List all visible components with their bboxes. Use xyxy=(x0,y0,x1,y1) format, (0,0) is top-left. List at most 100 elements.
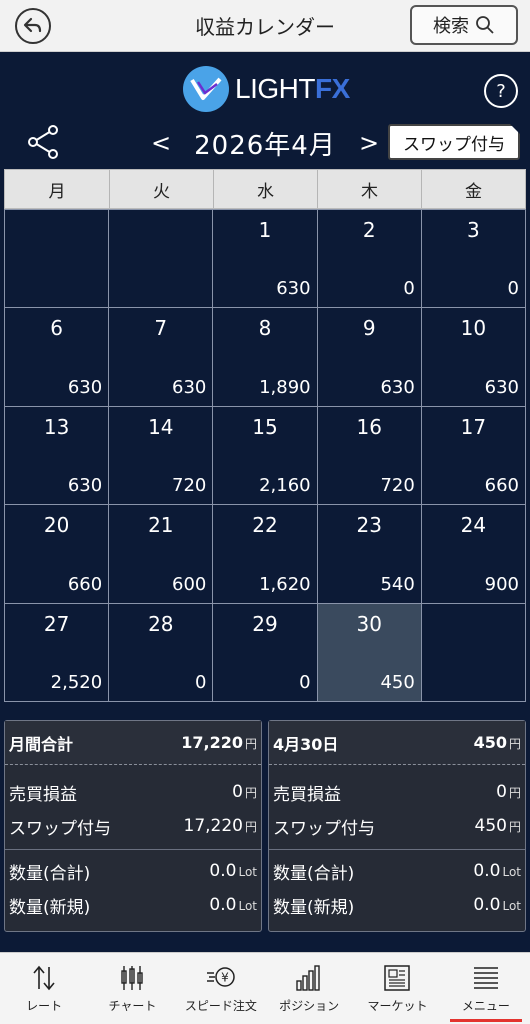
daily-summary-panel: 4月30日 450 円 売買損益 0円 スワップ付与 450 円 数量(合計) 0.… xyxy=(268,720,526,932)
day-number: 10 xyxy=(460,316,487,341)
calendar-day-cell[interactable]: 29 0 xyxy=(213,603,318,702)
quantity-total-label: 数量(合計) xyxy=(273,863,355,884)
nav-speed-order[interactable]: ¥ スピード注文 xyxy=(177,953,265,1024)
divider xyxy=(5,849,261,850)
swap-value: 450 xyxy=(474,816,507,836)
yen-unit: 円 xyxy=(508,737,521,751)
calendar-day-cell[interactable]: 17 660 xyxy=(421,406,526,506)
day-number: 2 xyxy=(362,218,376,242)
logo-text-light: LIGHT xyxy=(235,73,315,104)
calendar-day-cell[interactable]: 20 xyxy=(317,210,422,309)
calendar-day-cell[interactable]: 28 0 xyxy=(109,603,214,702)
lot-unit: Lot xyxy=(502,899,521,913)
quantity-total-row: 数量(合計) 0.0 Lot xyxy=(5,854,261,888)
calendar-day-cell[interactable]: 23 540 xyxy=(317,505,422,604)
quantity-total-row: 数量(合計) 0.0 Lot xyxy=(269,854,525,888)
quantity-new-row: 数量(新規) 0.0 Lot xyxy=(5,888,261,922)
yen-unit: 円 xyxy=(508,786,521,800)
day-number: 21 xyxy=(148,513,174,538)
calendar-day-cell[interactable]: 15 2,160 xyxy=(213,406,318,506)
bar-chart-icon xyxy=(296,965,320,991)
day-number: 27 xyxy=(43,611,70,636)
calendar-day-cell[interactable]: 14 720 xyxy=(109,406,214,506)
day-profit-amount: 630 xyxy=(172,376,207,398)
swap-row: スワップ付与 17,220 円 xyxy=(5,809,261,843)
nav-rate-label: レート xyxy=(26,999,63,1013)
app-header: 収益カレンダー 検索 xyxy=(0,0,530,52)
help-button[interactable]: ? xyxy=(484,74,518,108)
swap-toggle-button[interactable]: スワップ付与 xyxy=(388,124,520,160)
day-profit-amount: 600 xyxy=(172,573,207,595)
nav-menu-label: メニュー xyxy=(461,999,510,1013)
day-number: 20 xyxy=(43,513,70,538)
day-number: 1 xyxy=(258,218,272,242)
yen-unit: 円 xyxy=(508,820,521,834)
day-profit-amount: 2,520 xyxy=(50,671,103,693)
calendar-empty-cell xyxy=(421,603,526,702)
search-button[interactable]: 検索 xyxy=(410,5,518,45)
calendar-day-cell[interactable]: 24 900 xyxy=(421,505,526,604)
day-profit-amount: 630 xyxy=(67,475,103,497)
calendar-day-cell[interactable]: 27 2,520 xyxy=(5,603,110,702)
calendar-day-cell[interactable]: 20 660 xyxy=(5,505,110,604)
day-number: 16 xyxy=(356,414,382,439)
day-profit-amount: 0 xyxy=(507,278,519,300)
day-number: 15 xyxy=(252,414,278,439)
swap-value: 17,220 xyxy=(183,816,243,836)
calendar-day-cell[interactable]: 21 600 xyxy=(109,505,214,604)
nav-speed-order-label: スピード注文 xyxy=(184,999,257,1013)
quantity-new-value: 0.0 xyxy=(209,895,237,915)
day-profit-amount: 0 xyxy=(194,671,207,693)
nav-position[interactable]: ポジション xyxy=(265,953,353,1024)
day-profit-amount: 630 xyxy=(380,376,415,398)
calendar-day-cell[interactable]: 6 630 xyxy=(5,308,110,407)
svg-text:¥: ¥ xyxy=(221,971,229,985)
menu-icon xyxy=(473,967,498,989)
logo-text-fx: FX xyxy=(314,73,350,104)
day-number: 3 xyxy=(467,218,480,242)
swap-label: スワップ付与 xyxy=(273,818,375,839)
nav-position-label: ポジション xyxy=(279,999,340,1013)
monthly-summary-panel: 月間合計 17,220 円 売買損益 0円 スワップ付与 17,220 円 数量(合… xyxy=(4,720,262,932)
back-button[interactable] xyxy=(15,8,51,44)
calendar-day-cell[interactable]: 8 1,890 xyxy=(213,308,318,407)
day-profit-amount: 630 xyxy=(67,376,103,398)
trade-profit-value: 0 xyxy=(232,782,243,802)
calendar-day-cell[interactable]: 1 630 xyxy=(213,210,318,309)
day-profit-amount: 0 xyxy=(299,671,311,693)
prev-month-button[interactable]: < xyxy=(150,129,172,157)
share-button[interactable] xyxy=(26,124,60,160)
lightfx-logo: LIGHTFX xyxy=(183,66,353,112)
lot-unit: Lot xyxy=(502,865,521,879)
day-profit-amount: 630 xyxy=(484,376,519,398)
nav-menu[interactable]: メニュー xyxy=(442,953,530,1024)
nav-chart[interactable]: チャート xyxy=(88,953,176,1024)
trade-profit-label: 売買損益 xyxy=(273,784,341,805)
month-navigation: < 2026年4月 > xyxy=(150,126,380,161)
calendar-day-cell[interactable]: 30 450 xyxy=(317,603,422,702)
calendar-day-cell[interactable]: 30 xyxy=(421,210,526,309)
calendar-empty-cell xyxy=(109,210,214,309)
nav-rate[interactable]: レート xyxy=(0,953,88,1024)
trade-profit-label: 売買損益 xyxy=(9,784,77,805)
calendar-day-cell[interactable]: 13 630 xyxy=(5,406,110,506)
logo-mark-icon xyxy=(183,66,229,112)
search-button-label: 検索 xyxy=(433,16,469,37)
weekday-label: 火 xyxy=(109,170,213,208)
nav-market[interactable]: マーケット xyxy=(353,953,441,1024)
weekday-header: 月 火 水 木 金 xyxy=(4,169,526,209)
day-number: 8 xyxy=(258,316,272,341)
day-number: 7 xyxy=(154,316,168,341)
calendar-day-cell[interactable]: 22 1,620 xyxy=(213,505,318,604)
calendar-day-cell[interactable]: 16 720 xyxy=(317,406,422,506)
next-month-button[interactable]: > xyxy=(358,129,380,157)
day-profit-amount: 660 xyxy=(484,475,519,497)
calendar-day-cell[interactable]: 9 630 xyxy=(317,308,422,407)
quantity-new-row: 数量(新規) 0.0 Lot xyxy=(269,888,525,922)
calendar-day-cell[interactable]: 10 630 xyxy=(421,308,526,407)
day-number: 9 xyxy=(362,316,376,341)
calendar-day-cell[interactable]: 7 630 xyxy=(109,308,214,407)
newspaper-icon xyxy=(384,965,411,991)
day-profit-amount: 660 xyxy=(67,573,103,595)
quantity-total-label: 数量(合計) xyxy=(9,863,91,884)
